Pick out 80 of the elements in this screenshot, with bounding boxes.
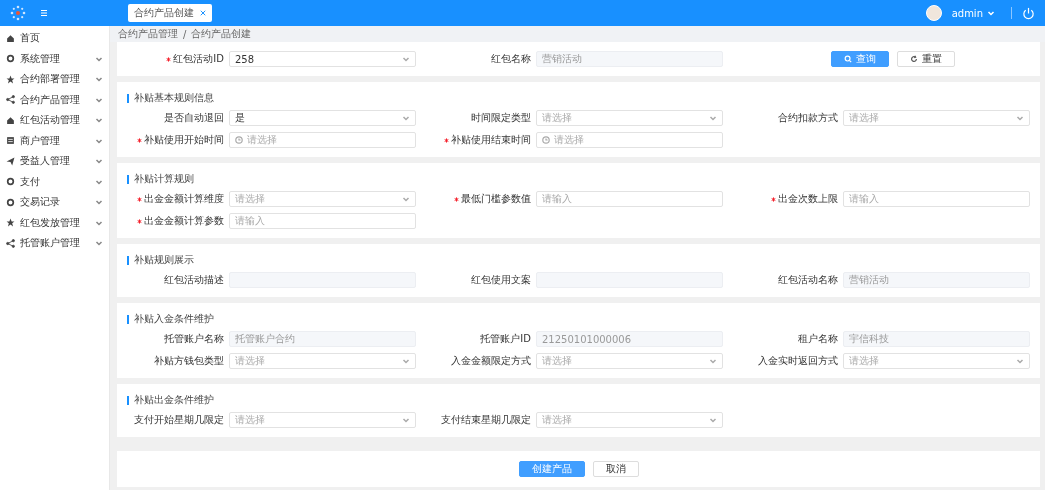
star-icon [6,218,15,228]
search-icon [844,55,852,63]
readonly-field: 宇信科技 [843,331,1030,347]
section-title: 补贴基本规则信息 [134,91,214,105]
sidebar-item[interactable]: 首页 [0,28,109,49]
field-label: 是否自动退回 [163,111,225,125]
section-title: 补贴出金条件维护 [134,393,214,407]
sidebar-item[interactable]: 系统管理 [0,48,109,69]
chevron-icon [709,114,717,122]
menu-icon[interactable] [38,7,50,19]
field-label: 红包名称 [490,52,532,66]
readonly-field: 营销活动 [536,51,723,67]
select-field[interactable]: 是 [229,110,416,126]
sidebar-item[interactable]: 托管账户管理 [0,233,109,254]
sidebar-item[interactable]: 红包活动管理 [0,110,109,131]
breadcrumb-item[interactable]: 合约产品管理 [118,27,178,41]
field-label: 入金金额限定方式 [450,354,532,368]
field-label: 出金次数上限 [741,192,843,206]
readonly-field: 营销活动 [843,272,1030,288]
section-title: 补贴计算规则 [134,172,194,186]
field-label: 出金金额计算维度 [127,192,229,206]
chevron-icon [402,416,410,424]
clock-icon [542,136,550,144]
close-icon[interactable] [200,10,206,16]
field-label: 补贴方钱包类型 [153,354,225,368]
field-label: 补贴使用开始时间 [127,133,229,147]
section-title: 补贴规则展示 [134,253,194,267]
button[interactable]: 取消 [592,461,639,477]
field-label: 时间限定类型 [470,111,532,125]
power-icon[interactable] [1022,6,1035,20]
field-label: 补贴使用结束时间 [434,133,536,147]
sidebar-item[interactable]: 合约产品管理 [0,89,109,110]
field-label: 支付结束星期几限定 [440,413,532,427]
section-title: 补贴入金条件维护 [134,312,214,326]
field-label: 红包活动描述 [163,273,225,287]
chevron-icon [709,416,717,424]
field-label: 合约扣款方式 [777,111,839,125]
paper-plane-icon [6,156,15,166]
chevron-icon [402,55,410,63]
chevron-icon [402,357,410,365]
field-label: 托管账户名称 [163,332,225,346]
chevron-icon [402,114,410,122]
sidebar-item[interactable]: 红包发放管理 [0,212,109,233]
star-icon [6,74,15,84]
field-label: 红包活动ID [127,52,229,66]
house-icon [6,115,15,125]
logo-icon [10,5,26,21]
readonly-field: 21250101000006 [536,331,723,347]
field-label: 入金实时返回方式 [757,354,839,368]
house-icon [6,33,15,43]
list-icon [6,136,15,146]
caret-icon [987,9,995,17]
readonly-field: 托管账户合约 [229,331,416,347]
breadcrumb-item: 合约产品创建 [191,27,252,41]
avatar [925,5,942,21]
field-label: 出金金额计算参数 [127,214,229,228]
select-field[interactable]: 258 [229,51,416,67]
field-label: 租户名称 [797,332,839,346]
field-label: 支付开始星期几限定 [133,413,225,427]
sidebar-item[interactable]: 合约部署管理 [0,69,109,90]
sidebar-item[interactable]: 商户管理 [0,130,109,151]
clock-icon [235,136,243,144]
chevron-icon [1016,357,1024,365]
field-label: 红包使用文案 [470,273,532,287]
chevron-icon [709,357,717,365]
tab[interactable]: 合约产品创建 [128,4,212,22]
refresh-icon [910,55,918,63]
share-icon [6,238,15,248]
sidebar-item[interactable]: 交易记录 [0,192,109,213]
field-label: 红包活动名称 [777,273,839,287]
sidebar-item[interactable]: 支付 [0,171,109,192]
button[interactable]: 重置 [897,51,955,67]
field-label: 最低门槛参数值 [434,192,536,206]
share-icon [6,95,15,105]
sidebar-item[interactable]: 受益人管理 [0,151,109,172]
chevron-icon [402,195,410,203]
chevron-icon [1016,114,1024,122]
user-menu[interactable]: admin [945,6,1001,20]
field-label: 托管账户ID [479,332,532,346]
breadcrumb-separator: / [183,28,187,40]
